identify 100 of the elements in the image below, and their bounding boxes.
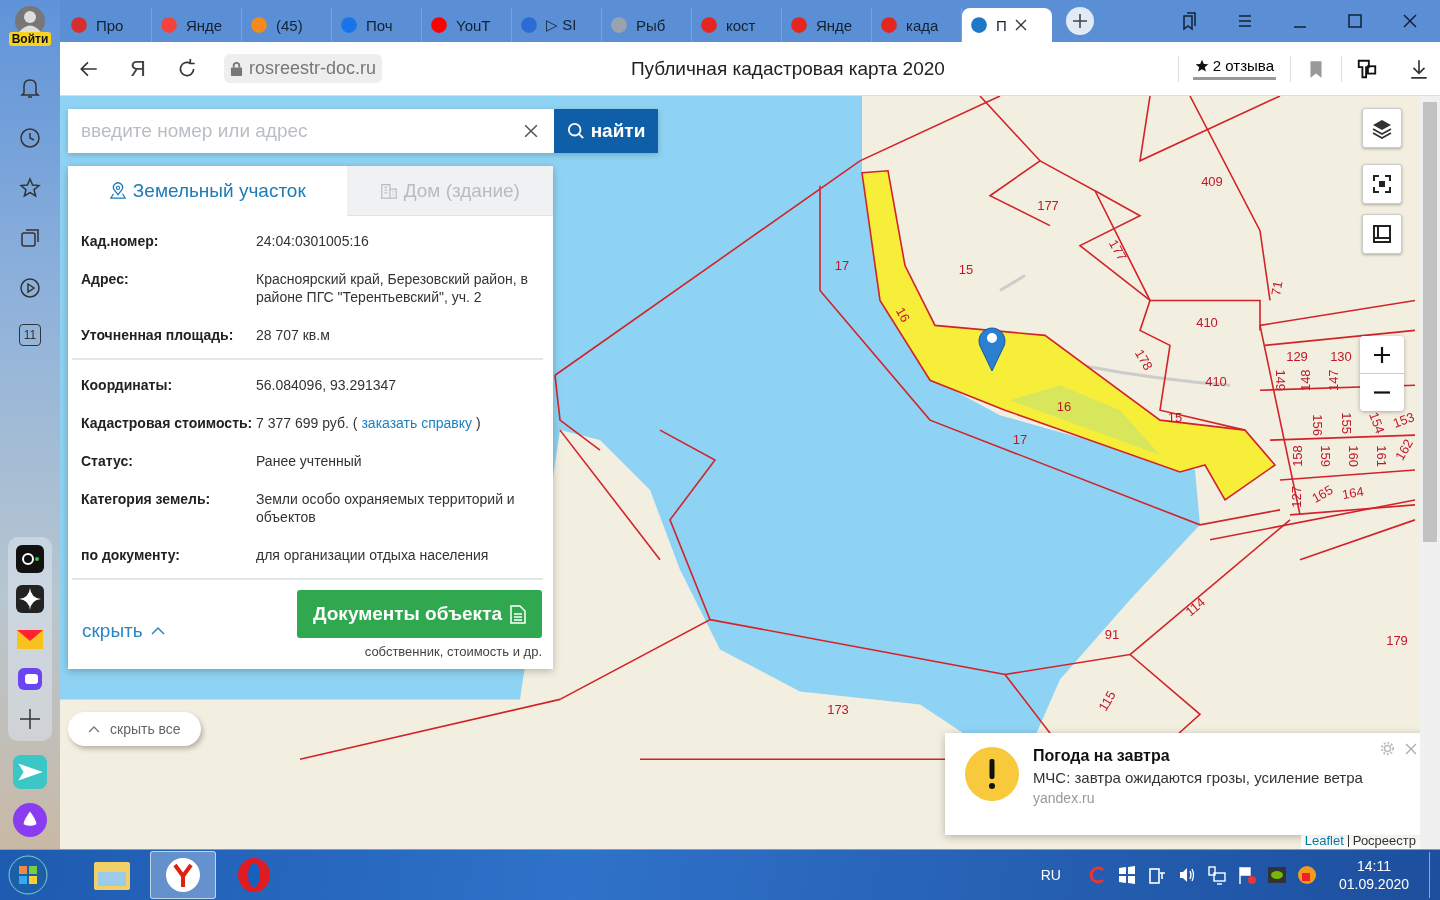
- tab-title: кост: [726, 16, 756, 34]
- site-icon: [700, 16, 718, 34]
- parcel-number: 17: [834, 258, 850, 273]
- parcel-number: 91: [1104, 627, 1120, 642]
- document-icon: [510, 604, 526, 624]
- download-icon[interactable]: [1408, 57, 1430, 80]
- maximize-icon[interactable]: [1345, 11, 1365, 31]
- chevron-up-icon: [88, 725, 100, 733]
- flag-icon[interactable]: [1236, 865, 1257, 885]
- taskbar-app[interactable]: [150, 851, 216, 899]
- parcel-number: 16: [1056, 398, 1072, 414]
- parcel-number: 177: [1106, 236, 1130, 264]
- site-icon: [160, 16, 178, 34]
- site-icon: [880, 16, 898, 34]
- field-value: ): [476, 414, 481, 432]
- search-icon: [566, 122, 585, 140]
- language-indicator[interactable]: RU: [1040, 867, 1061, 883]
- notification-title: Погода на завтра: [1033, 747, 1171, 765]
- parcel-number: 410: [1196, 314, 1218, 330]
- app-tray-icon[interactable]: [1296, 865, 1317, 885]
- battery-icon[interactable]: [1146, 865, 1167, 885]
- start-button[interactable]: [8, 855, 48, 895]
- parcel-number: 149: [1272, 369, 1288, 392]
- tab-title: Янде: [816, 16, 853, 34]
- opera-icon: [236, 857, 272, 893]
- url-field[interactable]: rosreestr-doc.ru: [223, 54, 382, 83]
- hide-all-button[interactable]: скрыть все: [68, 712, 201, 746]
- clock-icon[interactable]: [18, 126, 42, 150]
- parcel-number: 161: [1373, 445, 1389, 467]
- leaflet-link[interactable]: Leaflet: [1304, 833, 1344, 848]
- calendar-day[interactable]: 11: [19, 324, 41, 346]
- network-icon[interactable]: [1206, 865, 1227, 885]
- plus-icon: [1373, 345, 1391, 364]
- search-field[interactable]: введите номер или адрес: [68, 109, 554, 153]
- clear-icon[interactable]: [524, 124, 538, 138]
- bell-icon[interactable]: [18, 76, 42, 100]
- site-icon: [70, 16, 88, 34]
- notification-source: yandex.ru: [1033, 790, 1096, 806]
- collections-icon[interactable]: [18, 226, 42, 250]
- gpu-icon[interactable]: [1266, 865, 1287, 885]
- browser-logo[interactable]: Я: [130, 55, 146, 82]
- parcel-number: 156: [1309, 414, 1325, 436]
- plus-icon: [1072, 13, 1088, 29]
- camera-app-icon[interactable]: [16, 545, 44, 573]
- field-label: Кад.номер:: [81, 232, 160, 250]
- layers-button[interactable]: [1362, 108, 1402, 148]
- parcel-number: 148: [1298, 369, 1314, 392]
- tab-title: када: [906, 16, 939, 34]
- windows-icon[interactable]: [1116, 865, 1137, 885]
- clock-date[interactable]: 01.09.2020: [1338, 875, 1409, 893]
- parcel-number: 153: [1390, 409, 1417, 431]
- parcel-number: 160: [1345, 445, 1361, 467]
- tab-title: Рыб: [636, 16, 666, 34]
- map-marker-icon[interactable]: [977, 324, 1007, 372]
- site-icon: [970, 16, 988, 34]
- parcel-number: 173: [827, 701, 849, 717]
- hide-link[interactable]: скрыть: [82, 619, 165, 642]
- browser-tab[interactable]: П: [962, 8, 1052, 42]
- tab-title: ▷ SI: [546, 16, 577, 34]
- play-icon[interactable]: [18, 276, 42, 300]
- site-icon: [340, 16, 358, 34]
- scrollbar[interactable]: [1420, 96, 1440, 849]
- fullscreen-button[interactable]: [1362, 164, 1402, 204]
- parcel-number: 162: [1392, 436, 1416, 463]
- documents-button[interactable]: Документы объекта: [297, 590, 542, 638]
- field-value: 7 377 699 руб. (: [256, 414, 358, 432]
- messenger-app-icon[interactable]: [16, 665, 44, 693]
- assistant-app-icon[interactable]: [13, 803, 47, 837]
- card-tab[interactable]: Земельный участок: [68, 166, 347, 216]
- parcel-number: 409: [1201, 174, 1223, 190]
- field-value: 28 707 кв.м: [256, 326, 331, 344]
- sparkle-app-icon[interactable]: [16, 585, 44, 613]
- parcel-number: 158: [1290, 445, 1306, 467]
- tab-title: (45): [276, 16, 303, 34]
- site-icon: [790, 16, 808, 34]
- layers-icon: [1371, 117, 1393, 139]
- field-label: Уточненная площадь:: [81, 326, 235, 344]
- tab-title: Янде: [186, 16, 223, 34]
- field-value: 56.084096, 93.291347: [256, 376, 398, 394]
- clock-time[interactable]: 14:11: [1356, 857, 1391, 875]
- star-icon: [1194, 58, 1209, 73]
- login-badge[interactable]: Войти: [8, 32, 52, 46]
- new-tab-button[interactable]: [1066, 7, 1094, 35]
- parcel-number: 177: [1037, 198, 1059, 214]
- field-value: Ранее учтенный: [256, 452, 363, 470]
- close-icon[interactable]: [1014, 19, 1027, 31]
- order-report-link[interactable]: заказать справку: [361, 414, 473, 432]
- search-button[interactable]: найти: [554, 109, 658, 153]
- ruler-button[interactable]: [1362, 214, 1402, 254]
- reviews-link[interactable]: 2 отзыва: [1192, 57, 1276, 80]
- parcel-number: 130: [1330, 348, 1352, 364]
- tab-title: YouT: [456, 16, 491, 34]
- ruler-icon: [1372, 224, 1392, 244]
- notification-message: МЧС: завтра ожидаются грозы, усиление ветра: [1033, 769, 1363, 786]
- page-title: Публичная кадастровая карта 2020: [630, 57, 945, 80]
- tab-title: П: [996, 16, 1007, 34]
- star-icon[interactable]: [18, 176, 42, 200]
- parcel-number: 114: [1182, 594, 1209, 620]
- site-icon: [250, 16, 268, 34]
- parcel-number: 155: [1338, 412, 1354, 434]
